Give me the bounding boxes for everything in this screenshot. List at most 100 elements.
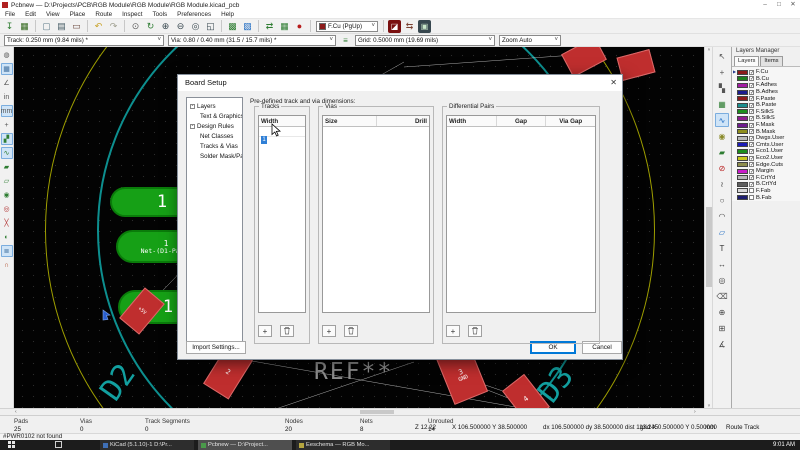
layer-row-margin[interactable]: ✓Margin: [732, 168, 800, 175]
taskbar-item-2[interactable]: Eeschema — RGB Mo...: [296, 440, 390, 450]
drill-origin-icon[interactable]: ⊕: [715, 305, 729, 319]
tree-item-design-rules[interactable]: -Design Rules: [187, 121, 242, 131]
measure-icon[interactable]: ∡: [715, 337, 729, 351]
import-netlist-icon[interactable]: ▦: [278, 20, 291, 33]
page-settings-icon[interactable]: ▢: [40, 20, 53, 33]
tree-item-net-classes[interactable]: Net Classes: [187, 131, 242, 141]
tree-item-tracks-vias[interactable]: Tracks & Vias: [187, 141, 242, 151]
taskbar-item-1[interactable]: Pcbnew — D:\Project...: [198, 440, 292, 450]
delete-row-button[interactable]: [344, 325, 358, 337]
refresh-icon[interactable]: ↻: [144, 20, 157, 33]
search-icon[interactable]: ⊙: [129, 20, 142, 33]
taskbar-item-0[interactable]: KiCad (5.1.10)-1 D:\Pr...: [100, 440, 194, 450]
add-via-icon[interactable]: ◉: [715, 129, 729, 143]
add-dimension-icon[interactable]: ↔: [715, 257, 729, 271]
layer-visibility-checkbox[interactable]: ✓: [749, 156, 754, 161]
add-row-button[interactable]: +: [258, 325, 272, 337]
via-size-select[interactable]: Via: 0.80 / 0.40 mm (31.5 / 15.7 mils) *…: [168, 35, 336, 46]
edit-cell-selected-text[interactable]: 1: [261, 136, 267, 144]
layer-row-b-cu[interactable]: ✓B.Cu: [732, 76, 800, 83]
redo-icon[interactable]: ↷: [107, 20, 120, 33]
menu-inspect[interactable]: Inspect: [117, 11, 147, 18]
menu-route[interactable]: Route: [90, 11, 117, 18]
highlight-net-icon[interactable]: +: [715, 65, 729, 79]
layer-row-b-fab[interactable]: B.Fab: [732, 194, 800, 201]
tree-item-text-graphics[interactable]: Text & Graphics: [187, 111, 242, 121]
layer-visibility-checkbox[interactable]: ✓: [749, 90, 754, 95]
high-contrast-icon[interactable]: ◐: [1, 231, 13, 243]
import-settings-button[interactable]: Import Settings...: [186, 341, 246, 354]
menu-edit[interactable]: Edit: [20, 11, 41, 18]
layer-select[interactable]: F.Cu (PgUp)˅: [316, 21, 378, 32]
layer-row-f-mask[interactable]: ✓F.Mask: [732, 122, 800, 129]
layer-visibility-checkbox[interactable]: [749, 188, 754, 193]
add-circle-icon[interactable]: ○: [715, 193, 729, 207]
layer-visibility-checkbox[interactable]: ✓: [749, 149, 754, 154]
zone-outline-icon[interactable]: ▱: [1, 175, 13, 187]
select-tool-icon[interactable]: ↖: [715, 49, 729, 63]
delete-row-button[interactable]: [280, 325, 294, 337]
dialog-title-bar[interactable]: Board Setup ✕: [178, 75, 622, 91]
vias-table[interactable]: SizeDrill: [322, 115, 430, 313]
local-ratsnest-icon[interactable]: ▚: [715, 81, 729, 95]
update-pcb-icon[interactable]: ⇄: [263, 20, 276, 33]
add-arc-icon[interactable]: ◠: [715, 209, 729, 223]
layer-visibility-checkbox[interactable]: ✓: [749, 76, 754, 81]
save-board-icon[interactable]: ↧: [3, 20, 16, 33]
ratsnest-visibility-icon[interactable]: ▞: [1, 133, 13, 145]
add-footprint-icon[interactable]: ▦: [715, 97, 729, 111]
vertical-scroll-thumb[interactable]: [706, 207, 712, 287]
menu-preferences[interactable]: Preferences: [172, 11, 216, 18]
add-zone-icon[interactable]: ▰: [715, 145, 729, 159]
layer-pair-icon[interactable]: ◪: [388, 20, 401, 33]
tree-item-solder-mask-paste[interactable]: Solder Mask/Paste: [187, 151, 242, 161]
layer-visibility-checkbox[interactable]: ✓: [749, 142, 754, 147]
layer-row-b-crtyd[interactable]: ✓B.CrtYd: [732, 181, 800, 188]
delete-tool-icon[interactable]: ⌫: [715, 289, 729, 303]
layer-visibility-checkbox[interactable]: ✓: [749, 182, 754, 187]
tree-expander-icon[interactable]: -: [190, 104, 195, 109]
grid-origin-icon[interactable]: ⊞: [715, 321, 729, 335]
tracks-table[interactable]: Width1: [258, 115, 306, 313]
footprint-editor-icon[interactable]: ▩: [226, 20, 239, 33]
close-button[interactable]: ✕: [786, 0, 800, 10]
units-mm-icon[interactable]: mm: [1, 105, 13, 117]
add-target-icon[interactable]: ◎: [715, 273, 729, 287]
layer-visibility-checkbox[interactable]: ✓: [749, 70, 754, 75]
zoom-out-icon[interactable]: ⊖: [174, 20, 187, 33]
add-row-button[interactable]: +: [322, 325, 336, 337]
layer-row-edge-cuts[interactable]: ✓Edge.Cuts: [732, 161, 800, 168]
layer-visibility-checkbox[interactable]: ✓: [749, 83, 754, 88]
layer-visibility-checkbox[interactable]: ✓: [749, 123, 754, 128]
tree-item-layers[interactable]: -Layers: [187, 101, 242, 111]
layer-row-f-adhes[interactable]: ✓F.Adhes: [732, 82, 800, 89]
vertical-scrollbar[interactable]: ˄ ˅: [704, 47, 712, 408]
tracks-sketch-icon[interactable]: ╳: [1, 217, 13, 229]
undo-icon[interactable]: ↶: [92, 20, 105, 33]
zoom-fit-icon[interactable]: ◎: [189, 20, 202, 33]
auto-track-width-icon[interactable]: ≡: [339, 34, 352, 47]
units-inch-icon[interactable]: in: [1, 91, 13, 103]
layer-visibility-checkbox[interactable]: ✓: [749, 175, 754, 180]
curved-ratsnest-icon[interactable]: ∿: [1, 147, 13, 159]
layer-row-dwgs-user[interactable]: ✓Dwgs.User: [732, 135, 800, 142]
layer-row-f-fab[interactable]: F.Fab: [732, 188, 800, 195]
pads-sketch-icon[interactable]: ◉: [1, 189, 13, 201]
layer-visibility-checkbox[interactable]: ✓: [749, 109, 754, 114]
layer-row-cmts-user[interactable]: ✓Cmts.User: [732, 142, 800, 149]
menu-tools[interactable]: Tools: [147, 11, 172, 18]
vias-sketch-icon[interactable]: ◎: [1, 203, 13, 215]
add-row-button[interactable]: +: [446, 325, 460, 337]
route-tracks-icon[interactable]: ∿: [715, 113, 729, 127]
horizontal-scrollbar[interactable]: ‹ ›: [0, 408, 800, 415]
add-polygon-icon[interactable]: ▱: [715, 225, 729, 239]
polar-coords-icon[interactable]: ∠: [1, 77, 13, 89]
scroll-up-arrow-icon[interactable]: ˄: [705, 47, 713, 52]
layer-visibility-checkbox[interactable]: ✓: [749, 162, 754, 167]
layer-row-f-paste[interactable]: ✓F.Paste: [732, 95, 800, 102]
tree-expander-icon[interactable]: -: [190, 124, 195, 129]
layer-row-f-silks[interactable]: ✓F.SilkS: [732, 109, 800, 116]
tab-layers[interactable]: Layers: [734, 56, 759, 66]
cursor-shape-icon[interactable]: +: [1, 119, 13, 131]
start-button[interactable]: [8, 441, 15, 448]
